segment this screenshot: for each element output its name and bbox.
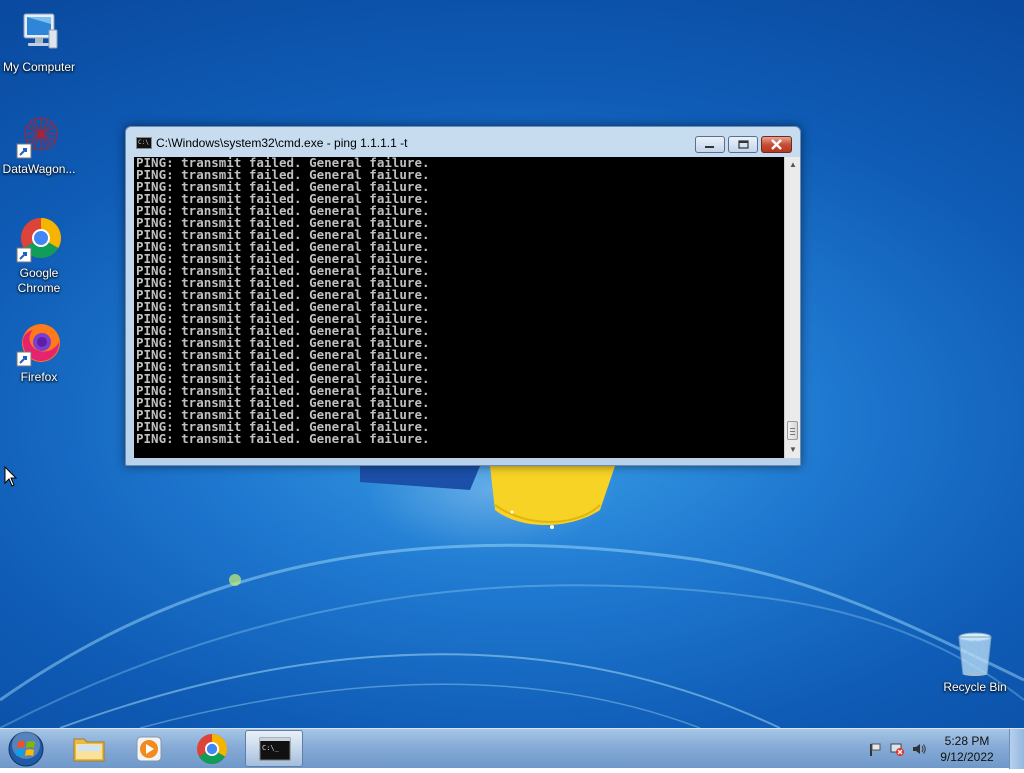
scroll-up-button[interactable]: ▲ <box>785 157 801 173</box>
recycle-bin-icon <box>951 630 999 678</box>
cmd-icon: C:\ <box>136 137 152 149</box>
desktop-icon-recycle-bin[interactable]: Recycle Bin <box>935 630 1015 695</box>
desktop-icon-label: Google Chrome <box>17 266 61 295</box>
windows-logo-icon <box>8 731 44 767</box>
datawagon-icon <box>15 112 63 160</box>
action-center-flag-icon[interactable] <box>868 742 882 756</box>
close-icon <box>771 139 782 150</box>
media-player-icon <box>136 736 162 762</box>
start-button[interactable] <box>5 730 47 768</box>
taskbar-media-player-button[interactable] <box>120 730 178 767</box>
taskbar-explorer-button[interactable] <box>60 730 118 767</box>
console-output-area[interactable]: PING: transmit failed. General failure. P… <box>134 157 784 458</box>
folder-icon <box>73 738 105 762</box>
close-button[interactable] <box>761 136 792 153</box>
mouse-pointer-icon <box>4 466 18 487</box>
cmd-icon: C:\_ <box>259 737 291 761</box>
desktop-icon-datawagon[interactable]: DataWagon... <box>0 112 79 177</box>
maximize-icon <box>738 140 749 149</box>
show-desktop-button[interactable] <box>1009 729 1024 769</box>
taskbar: C:\_ 5:28 PM 9/12/2022 <box>0 728 1024 769</box>
desktop-icon-label: Firefox <box>20 370 58 384</box>
minimize-icon <box>705 146 714 148</box>
volume-icon[interactable] <box>912 742 926 756</box>
desktop-icon-label: Recycle Bin <box>943 680 1007 694</box>
svg-text:C:\_: C:\_ <box>262 744 280 752</box>
minimize-button[interactable] <box>695 136 725 153</box>
desktop-icon-label: My Computer <box>2 60 76 74</box>
scroll-down-button[interactable]: ▼ <box>785 442 801 458</box>
desktop-icon-google-chrome[interactable]: Google Chrome <box>0 216 79 296</box>
clock[interactable]: 5:28 PM 9/12/2022 <box>932 733 1002 765</box>
scrollbar-thumb[interactable] <box>787 421 798 440</box>
window-title: C:\Windows\system32\cmd.exe - ping 1.1.1… <box>156 136 408 150</box>
cmd-window[interactable]: C:\ C:\Windows\system32\cmd.exe - ping 1… <box>125 126 801 466</box>
maximize-button[interactable] <box>728 136 758 153</box>
title-bar[interactable]: C:\ C:\Windows\system32\cmd.exe - ping 1… <box>126 127 800 157</box>
computer-icon <box>15 10 63 58</box>
taskbar-chrome-button[interactable] <box>183 730 241 767</box>
desktop-icon-firefox[interactable]: Firefox <box>0 320 79 385</box>
network-error-icon[interactable] <box>890 742 904 756</box>
clock-time: 5:28 PM <box>944 734 990 748</box>
clock-date: 9/12/2022 <box>940 750 994 764</box>
firefox-icon <box>15 320 63 368</box>
taskbar-cmd-button[interactable]: C:\_ <box>245 730 303 767</box>
chrome-icon <box>15 216 63 264</box>
console-output: PING: transmit failed. General failure. P… <box>134 157 784 445</box>
console-line: PING: transmit failed. General failure. <box>136 431 430 446</box>
desktop-icon-label: DataWagon... <box>2 162 76 176</box>
vertical-scrollbar[interactable]: ▲ ▼ <box>784 157 800 458</box>
system-tray: 5:28 PM 9/12/2022 <box>844 729 1024 769</box>
chrome-icon <box>197 734 228 765</box>
desktop-icon-my-computer[interactable]: My Computer <box>0 10 79 75</box>
desktop[interactable]: My Computer DataWagon... Google Chrome F… <box>0 0 1024 728</box>
